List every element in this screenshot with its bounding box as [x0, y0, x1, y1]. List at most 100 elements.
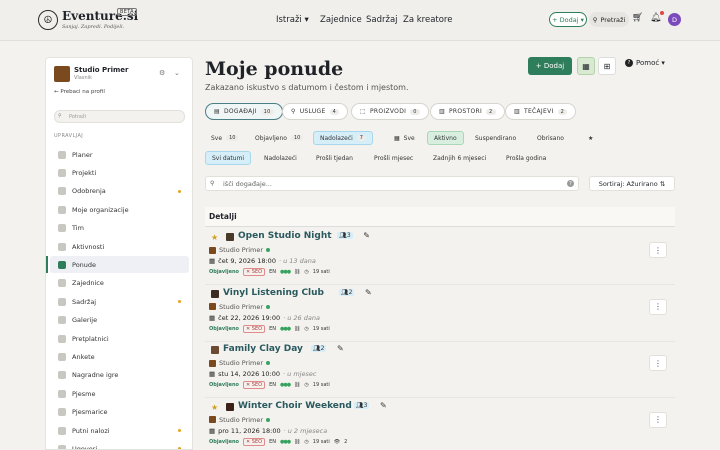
language-code: EN	[269, 382, 276, 388]
star-icon[interactable]: ★	[211, 233, 218, 242]
status-filter[interactable]: Nadolazeći 7	[313, 131, 373, 145]
edit-icon[interactable]: ✎	[363, 231, 370, 240]
event-thumbnail	[211, 289, 219, 298]
sidebar-item-label: Ponude	[72, 260, 97, 269]
sidebar-item-label: Sadržaj	[72, 297, 97, 306]
star-icon[interactable]: ★	[211, 403, 218, 412]
state-filter[interactable]: Aktivno	[427, 131, 464, 145]
search-label: Pretraži	[600, 15, 626, 24]
status-filter[interactable]: Objavljeno 10	[249, 131, 309, 145]
event-title[interactable]: Family Clay Day	[223, 344, 303, 354]
status-filter[interactable]: Sve 10	[205, 131, 244, 145]
clock-icon: ◷	[304, 325, 309, 332]
gear-icon[interactable]: ⚙	[159, 69, 165, 77]
event-thumbnail	[226, 402, 234, 411]
sidebar-item-label: Projekti	[72, 168, 97, 177]
event-meta: Objavljeno ✕ SEO EN ●●● ⛓ ◷ 19 sati	[209, 324, 330, 333]
sidebar-item[interactable]: Ankete	[50, 348, 189, 365]
tab-usluge[interactable]: ⚲ USLUGE 4	[282, 103, 349, 120]
sidebar-item[interactable]: Aktivnosti	[50, 238, 189, 255]
sidebar-item[interactable]: Planer	[50, 146, 189, 163]
event-title[interactable]: Vinyl Listening Club	[223, 288, 324, 298]
tab-prostori[interactable]: ▥ PROSTORI 2	[430, 103, 505, 120]
page-subtitle: Zakazano iskustvo s datumom i čestom i m…	[205, 83, 409, 92]
sidebar-item-icon	[58, 334, 66, 343]
more-options-icon[interactable]: ⋮	[649, 242, 667, 258]
add-dropdown-button[interactable]: + Dodaj ▾	[549, 12, 587, 27]
tab-proizvodi[interactable]: ⬚ PROIZVODI 0	[351, 103, 429, 120]
calendar-icon: ▦	[209, 370, 216, 378]
org-avatar	[209, 303, 216, 310]
more-options-icon[interactable]: ⋮	[649, 411, 667, 428]
nav-za-kreatore[interactable]: Za kreatore	[403, 15, 452, 25]
sidebar-item[interactable]: Zajednice	[50, 275, 189, 292]
sidebar-item[interactable]: Ponude	[46, 256, 189, 274]
sidebar-item[interactable]: Ugovori	[50, 440, 189, 449]
help-button[interactable]: ? Pomoć ▾	[625, 59, 665, 67]
sidebar-item[interactable]: Odobrenja	[50, 183, 189, 200]
state-filter[interactable]: ▦ Sve	[388, 131, 421, 145]
event-title[interactable]: Open Studio Night	[238, 231, 332, 241]
time-filter[interactable]: Prošli mjesec	[368, 151, 419, 165]
link-icon: ⛓	[294, 382, 301, 388]
nav-sadrzaj[interactable]: Sadržaj	[366, 15, 398, 25]
more-options-icon[interactable]: ⋮	[649, 298, 667, 315]
tagline: Sanjaj. Zapredi. Podijeli.	[62, 24, 125, 30]
nav-zajednice[interactable]: Zajednice	[320, 15, 362, 25]
search-icon: ⚲	[58, 113, 62, 119]
edit-icon[interactable]: ✎	[365, 288, 372, 297]
nav-istrazi[interactable]: Istraži ▾	[276, 15, 309, 25]
tab-događaji[interactable]: ▤ DOGAĐAJI 10	[205, 103, 283, 120]
sidebar-item[interactable]: Pjesme	[50, 385, 189, 402]
switch-to-profile-link[interactable]: ← Prebaci na profil	[54, 89, 105, 95]
sidebar-item-icon	[58, 279, 66, 288]
sort-button[interactable]: Sortiraj: Ažurirano ⇅	[589, 176, 675, 191]
table-row[interactable]: Family Clay Day 👥︎2 ✎ Studio Primer ▦ stu 14,…	[205, 341, 675, 398]
edit-icon[interactable]: ✎	[380, 401, 387, 410]
edit-icon[interactable]: ✎	[337, 344, 344, 353]
cart-icon[interactable]: 🛒︎	[632, 13, 643, 23]
state-filter[interactable]: Suspendirano	[469, 131, 522, 145]
table-row[interactable]: Vinyl Listening Club 👥︎2 ✎ Studio Primer ▦ če…	[205, 285, 675, 342]
grid-view-icon[interactable]: ⊞	[598, 57, 616, 75]
more-options-icon[interactable]: ⋮	[649, 355, 667, 371]
search-button[interactable]: ⚲ Pretraži	[589, 12, 629, 27]
status-dots-icon: ●●●	[279, 438, 291, 445]
sidebar-item[interactable]: Putni nalozi	[50, 422, 189, 439]
table-row[interactable]: ★ Open Studio Night 👥︎3 ✎ Studio Primer ▦ čet …	[205, 228, 675, 285]
sidebar-item[interactable]: Tim	[50, 220, 189, 237]
sidebar-item[interactable]: Pjesmarice	[50, 404, 189, 421]
tab-label: TEČAJEVI	[523, 108, 554, 115]
event-title[interactable]: Winter Choir Weekend	[238, 401, 352, 411]
time-filter[interactable]: Prošla godina	[500, 151, 552, 165]
sidebar-item[interactable]: Galerije	[50, 312, 189, 329]
tab-count: 0	[410, 108, 420, 115]
star-filter-icon[interactable]: ★	[582, 131, 599, 145]
calendar-icon: ▦	[209, 257, 216, 265]
time-filter[interactable]: Zadnjih 6 mjeseci	[427, 151, 492, 165]
chevron-down-icon[interactable]: ⌄	[174, 69, 180, 77]
org-name: Studio Primer	[219, 359, 264, 367]
time-filter[interactable]: Svi datumi	[205, 151, 252, 165]
link-icon: ⛓	[294, 269, 301, 275]
add-offer-button[interactable]: + Dodaj	[528, 57, 572, 75]
sidebar-item[interactable]: Nagradne igre	[50, 367, 189, 384]
events-search-input[interactable]: išči događaje...	[205, 176, 579, 191]
sidebar-item[interactable]: Pretplatnici	[50, 330, 189, 347]
sidebar-item[interactable]: Projekti	[50, 164, 189, 181]
table-view-icon[interactable]: ▦	[577, 57, 595, 75]
sidebar-search-input[interactable]: Potraži	[54, 110, 185, 123]
time-filter[interactable]: Nadolazeći	[258, 151, 303, 165]
date-text: pro 11, 2026 18:00	[218, 426, 281, 435]
time-filter[interactable]: Prošli tjedan	[310, 151, 359, 165]
sidebar-item[interactable]: Sadržaj	[50, 293, 189, 310]
logo-icon[interactable]: ☮	[38, 10, 58, 30]
table-row[interactable]: ★ Winter Choir Weekend 👥︎3 ✎ Studio Primer ▦ p…	[205, 398, 675, 450]
tab-tečajevi[interactable]: ▥ TEČAJEVI 2	[505, 103, 577, 120]
avatar[interactable]: D	[668, 13, 681, 26]
sidebar-item[interactable]: Moje organizacije	[50, 201, 189, 218]
help-icon[interactable]: ?	[567, 180, 574, 187]
org-name[interactable]: Studio Primer	[74, 66, 129, 74]
sidebar-item-label: Pjesme	[72, 389, 96, 398]
state-filter[interactable]: Obrisano	[531, 131, 570, 145]
